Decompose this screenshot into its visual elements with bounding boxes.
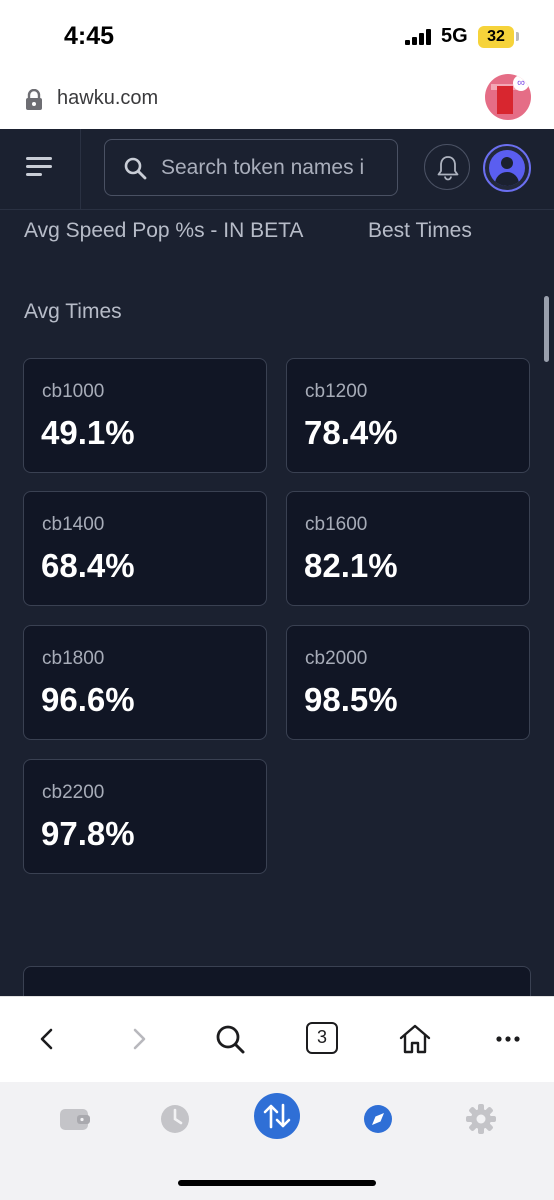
home-indicator [178, 1180, 376, 1186]
card-label: cb2000 [305, 648, 368, 669]
wallet-icon[interactable] [55, 1099, 95, 1139]
card-label: cb1200 [305, 381, 368, 402]
next-section-card [23, 966, 531, 996]
notifications-button[interactable] [424, 144, 470, 190]
scrollbar[interactable] [544, 296, 549, 362]
section-title: Avg Times [24, 300, 122, 323]
card-value: 96.6% [41, 681, 135, 718]
browser-toolbar: 3 [0, 996, 554, 1082]
menu-icon[interactable] [26, 155, 54, 179]
more-icon[interactable] [490, 1021, 526, 1057]
user-icon [489, 150, 525, 186]
battery-tip [516, 32, 519, 41]
lock-icon [26, 89, 42, 110]
card-label: cb1000 [42, 381, 105, 402]
card-label: cb1400 [42, 514, 105, 535]
card-label: cb1800 [42, 648, 105, 669]
status-time: 4:45 [64, 22, 115, 50]
app-header [0, 129, 554, 210]
history-icon[interactable] [155, 1099, 195, 1139]
status-bar: 4:45 5G 32 [0, 0, 554, 72]
settings-icon[interactable] [461, 1099, 501, 1139]
search-icon [124, 157, 147, 180]
card-value: 97.8% [41, 815, 135, 852]
search-icon[interactable] [212, 1021, 248, 1057]
card-value: 82.1% [304, 547, 398, 584]
swap-icon [263, 1103, 291, 1129]
stat-card-cb1400: cb1400 68.4% [23, 491, 267, 606]
stat-card-cb2000: cb2000 98.5% [286, 625, 530, 740]
tab-best-times[interactable]: Best Times [368, 219, 472, 243]
url-text[interactable]: hawku.com [57, 87, 158, 110]
url-bar[interactable]: hawku.com ∞ [0, 72, 554, 129]
search-box[interactable] [104, 139, 398, 196]
bell-icon [437, 156, 459, 181]
app-content: Avg Speed Pop %s - IN BETA Best Times Av… [0, 129, 554, 996]
tab-avg-speed-pop[interactable]: Avg Speed Pop %s - IN BETA [24, 219, 303, 243]
profile-button[interactable] [483, 144, 531, 192]
stat-card-cb1200: cb1200 78.4% [286, 358, 530, 473]
tabs-button[interactable]: 3 [306, 1022, 338, 1054]
card-value: 49.1% [41, 414, 135, 451]
forward-icon[interactable] [120, 1021, 156, 1057]
card-value: 68.4% [41, 547, 135, 584]
back-icon[interactable] [30, 1021, 66, 1057]
stat-card-cb1800: cb1800 96.6% [23, 625, 267, 740]
swap-button[interactable] [254, 1093, 300, 1139]
link-icon: ∞ [513, 75, 529, 91]
site-avatar[interactable]: ∞ [485, 74, 531, 120]
stat-card-cb1600: cb1600 82.1% [286, 491, 530, 606]
stat-card-cb2200: cb2200 97.8% [23, 759, 267, 874]
network-label: 5G [441, 25, 468, 47]
card-value: 78.4% [304, 414, 398, 451]
stat-card-cb1000: cb1000 49.1% [23, 358, 267, 473]
bottom-dock [0, 1082, 554, 1200]
signal-icon [405, 29, 433, 45]
header-divider [80, 129, 81, 209]
card-value: 98.5% [304, 681, 398, 718]
home-icon[interactable] [397, 1021, 433, 1057]
explore-icon[interactable] [358, 1099, 398, 1139]
card-label: cb2200 [42, 782, 105, 803]
card-label: cb1600 [305, 514, 368, 535]
tabs: Avg Speed Pop %s - IN BETA Best Times [0, 219, 554, 249]
search-input[interactable] [161, 140, 391, 195]
battery-icon: 32 [478, 26, 514, 48]
